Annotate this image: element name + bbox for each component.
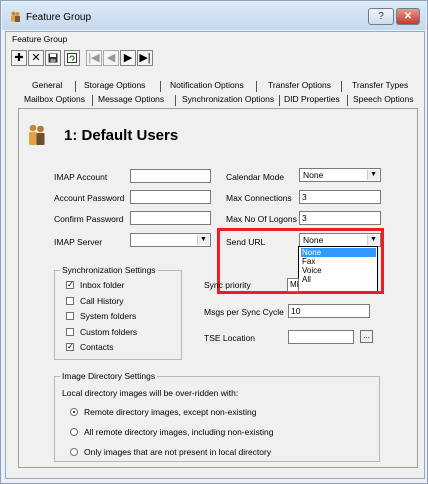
max-connections-label: Max Connections bbox=[226, 193, 292, 203]
all-remote-images-label: All remote directory images, including n… bbox=[84, 427, 274, 437]
all-remote-images-radio[interactable] bbox=[70, 428, 78, 436]
max-logons-label: Max No Of Logons bbox=[226, 214, 297, 224]
imap-account-label: IMAP Account bbox=[54, 172, 108, 182]
menu-feature-group[interactable]: Feature Group bbox=[12, 34, 67, 44]
inbox-folder-checkbox[interactable]: ✓ bbox=[66, 281, 74, 289]
chevron-down-icon[interactable]: ▼ bbox=[367, 170, 379, 180]
custom-folders-label: Custom folders bbox=[80, 327, 138, 337]
call-history-checkbox[interactable] bbox=[66, 297, 74, 305]
save-button[interactable] bbox=[45, 50, 61, 66]
tab-separator bbox=[75, 81, 76, 92]
tab-separator bbox=[279, 95, 280, 106]
page-title: 1: Default Users bbox=[64, 127, 179, 144]
inbox-folder-label: Inbox folder bbox=[80, 280, 125, 290]
toolbar: ✚ ✕ |◀ ◀ ▶ ▶| bbox=[6, 47, 424, 69]
users-icon bbox=[29, 124, 45, 145]
account-password-input[interactable] bbox=[130, 190, 211, 204]
tab-storage-options[interactable]: Storage Options bbox=[84, 80, 145, 90]
image-settings-legend: Image Directory Settings bbox=[60, 371, 158, 381]
tab-mailbox-options[interactable]: Mailbox Options bbox=[24, 94, 85, 104]
max-logons-input[interactable]: 3 bbox=[299, 211, 381, 225]
tab-separator bbox=[347, 95, 348, 106]
only-missing-images-radio[interactable] bbox=[70, 448, 78, 456]
confirm-password-label: Confirm Password bbox=[54, 214, 124, 224]
refresh-button[interactable] bbox=[64, 50, 80, 66]
tse-location-label: TSE Location bbox=[204, 333, 256, 343]
window-title: Feature Group bbox=[26, 12, 92, 23]
next-record-button[interactable]: ▶ bbox=[120, 50, 136, 66]
tse-location-input[interactable] bbox=[288, 330, 354, 344]
save-icon bbox=[48, 53, 58, 63]
refresh-icon bbox=[67, 53, 77, 63]
tab-separator bbox=[92, 95, 93, 106]
tab-separator bbox=[256, 81, 257, 92]
browse-button[interactable]: ... bbox=[360, 330, 373, 343]
prev-record-button[interactable]: ◀ bbox=[103, 50, 119, 66]
calendar-mode-select[interactable]: None ▼ bbox=[299, 168, 381, 182]
tab-separator bbox=[175, 95, 176, 106]
delete-button[interactable]: ✕ bbox=[28, 50, 44, 66]
sync-priority-label: Sync priority bbox=[204, 280, 251, 290]
confirm-password-input[interactable] bbox=[130, 211, 211, 225]
chevron-down-icon[interactable]: ▼ bbox=[197, 235, 209, 245]
tab-separator bbox=[341, 81, 342, 92]
remote-images-except-radio[interactable] bbox=[70, 408, 78, 416]
tab-notification-options[interactable]: Notification Options bbox=[170, 80, 244, 90]
add-button[interactable]: ✚ bbox=[11, 50, 27, 66]
imap-account-input[interactable] bbox=[130, 169, 211, 183]
remote-images-except-label: Remote directory images, except non-exis… bbox=[84, 407, 257, 417]
system-folders-checkbox[interactable] bbox=[66, 312, 74, 320]
imap-server-select[interactable]: ▼ bbox=[130, 233, 211, 247]
sync-priority-input[interactable]: Mi bbox=[287, 278, 299, 292]
imap-server-label: IMAP Server bbox=[54, 237, 103, 247]
help-button[interactable]: ? bbox=[368, 8, 394, 25]
tab-speech-options[interactable]: Speech Options bbox=[353, 94, 413, 104]
first-record-button[interactable]: |◀ bbox=[86, 50, 102, 66]
users-icon bbox=[11, 11, 20, 22]
contacts-label: Contacts bbox=[80, 342, 114, 352]
tab-synchronization-options[interactable]: Synchronization Options bbox=[182, 94, 274, 104]
calendar-mode-label: Calendar Mode bbox=[226, 172, 285, 182]
sync-settings-legend: Synchronization Settings bbox=[60, 265, 158, 275]
tab-message-options[interactable]: Message Options bbox=[98, 94, 164, 104]
title-bar[interactable]: Feature Group ? ✕ bbox=[2, 2, 426, 30]
tab-did-properties[interactable]: DID Properties bbox=[284, 94, 340, 104]
call-history-label: Call History bbox=[80, 296, 124, 306]
max-connections-input[interactable]: 3 bbox=[299, 190, 381, 204]
tab-transfer-types[interactable]: Transfer Types bbox=[352, 80, 408, 90]
image-settings-description: Local directory images will be over-ridd… bbox=[62, 388, 239, 398]
contacts-checkbox[interactable]: ✓ bbox=[66, 343, 74, 351]
custom-folders-checkbox[interactable] bbox=[66, 328, 74, 336]
msgs-per-sync-label: Msgs per Sync Cycle bbox=[204, 307, 284, 317]
tab-general[interactable]: General bbox=[32, 80, 62, 90]
only-missing-images-label: Only images that are not present in loca… bbox=[84, 447, 272, 457]
tab-transfer-options[interactable]: Transfer Options bbox=[268, 80, 331, 90]
tab-separator bbox=[160, 81, 161, 92]
account-password-label: Account Password bbox=[54, 193, 125, 203]
msgs-per-sync-input[interactable]: 10 bbox=[288, 304, 370, 318]
calendar-mode-value: None bbox=[303, 170, 324, 180]
system-folders-label: System folders bbox=[80, 311, 137, 321]
menu-bar: Feature Group bbox=[6, 32, 424, 46]
close-button[interactable]: ✕ bbox=[396, 8, 420, 25]
last-record-button[interactable]: ▶| bbox=[137, 50, 153, 66]
